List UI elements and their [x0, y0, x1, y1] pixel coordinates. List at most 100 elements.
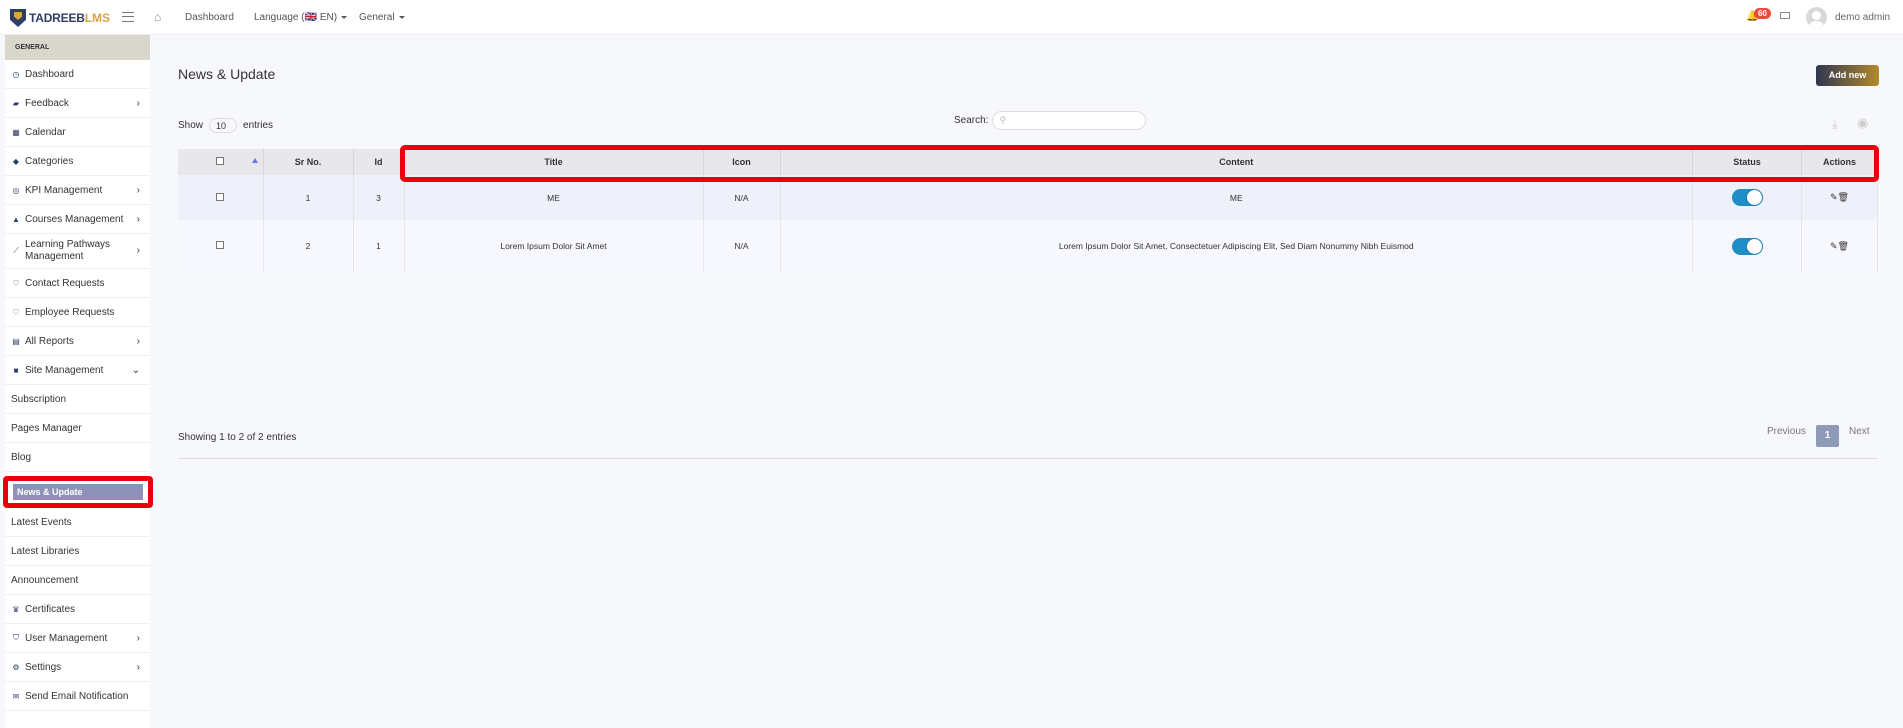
- table-row: 2 1 Lorem Ipsum Dolor Sit Amet N/A Lorem…: [178, 220, 1878, 272]
- sidebar-item-settings[interactable]: ⚙ Settings ›: [5, 653, 150, 682]
- search-input[interactable]: ⚲: [992, 111, 1147, 130]
- cell-actions: ✎🗑: [1801, 220, 1878, 272]
- nav-dashboard-link[interactable]: Dashboard: [185, 12, 234, 23]
- chevron-right-icon: ›: [136, 213, 140, 225]
- entries-label: entries: [243, 120, 274, 131]
- pagination-next[interactable]: Next: [1849, 426, 1870, 437]
- sidebar-item-announcement[interactable]: Announcement: [5, 566, 150, 595]
- column-header-icon[interactable]: Icon: [703, 149, 781, 175]
- sidebar-item-label: Latest Libraries: [11, 545, 80, 557]
- sidebar-item-certificates[interactable]: ♛ Certificates: [5, 595, 150, 624]
- delete-icon[interactable]: 🗑: [1838, 241, 1849, 251]
- column-header-content[interactable]: Content: [780, 149, 1693, 175]
- row-checkbox[interactable]: [216, 192, 225, 201]
- general-dropdown[interactable]: General: [359, 12, 405, 23]
- sidebar-item-learning-pathways[interactable]: ⟋ Learning Pathways Management ›: [5, 234, 150, 269]
- cell-sr-no: 1: [263, 175, 354, 220]
- sidebar-section-header: GENERAL: [5, 35, 150, 60]
- sidebar-item-subscription[interactable]: Subscription: [5, 385, 150, 414]
- sidebar-item-pages-manager[interactable]: Pages Manager: [5, 414, 150, 443]
- sidebar-item-label: Employee Requests: [25, 306, 115, 318]
- sidebar-item-latest-libraries[interactable]: Latest Libraries: [5, 537, 150, 566]
- sidebar-item-label: News & Update: [13, 484, 143, 500]
- chevron-right-icon: ›: [136, 335, 140, 347]
- shield-icon: ⛉: [13, 633, 19, 642]
- sidebar-item-latest-events[interactable]: Latest Events: [5, 508, 150, 537]
- sidebar-item-label: Latest Events: [11, 516, 72, 528]
- sidebar-item-dashboard[interactable]: ◷ Dashboard: [5, 60, 150, 89]
- sidebar-item-label: Learning Pathways Management: [25, 239, 111, 262]
- column-header-title[interactable]: Title: [404, 149, 704, 175]
- sidebar-item-all-reports[interactable]: ▤ All Reports ›: [5, 327, 150, 356]
- avatar[interactable]: [1806, 7, 1827, 28]
- sidebar-item-label: Dashboard: [25, 68, 74, 80]
- row-checkbox-cell: [178, 175, 264, 220]
- sidebar-item-site-management[interactable]: ■ Site Management ⌄: [5, 356, 150, 385]
- show-entries: Show 10 entries: [178, 118, 273, 133]
- language-label: Language (🇬🇧 EN): [254, 12, 338, 23]
- page-title: News & Update: [178, 66, 276, 82]
- shield-logo-icon: [10, 9, 26, 27]
- sidebar-item-calendar[interactable]: ▦ Calendar: [5, 118, 150, 147]
- sidebar-item-news-update[interactable]: News & Update: [3, 476, 153, 508]
- sidebar-item-label: Calendar: [25, 126, 66, 138]
- column-header-actions: Actions: [1801, 149, 1878, 175]
- download-icon[interactable]: ⤓: [1832, 116, 1838, 132]
- row-checkbox-cell: [178, 220, 264, 272]
- brand-logo[interactable]: TADREEB LMS: [10, 8, 110, 28]
- gear-icon: ⚙: [12, 662, 20, 672]
- sidebar-item-label: Site Management: [25, 364, 104, 376]
- sidebar-item-send-email[interactable]: ✉ Send Email Notification: [5, 682, 150, 711]
- cell-status: [1692, 220, 1802, 272]
- table-header-row: Sr No. Id Title Icon Content Status Acti…: [178, 149, 1878, 175]
- show-label: Show: [178, 120, 204, 131]
- home-icon[interactable]: ⌂: [154, 11, 166, 23]
- news-table: Sr No. Id Title Icon Content Status Acti…: [178, 149, 1878, 272]
- table-info: Showing 1 to 2 of 2 entries: [178, 432, 297, 443]
- row-checkbox[interactable]: [216, 241, 225, 249]
- language-dropdown[interactable]: Language (🇬🇧 EN): [254, 12, 348, 23]
- sidebar-item-user-management[interactable]: ⛉ User Management ›: [5, 624, 150, 653]
- sidebar-item-feedback[interactable]: ▰ Feedback ›: [5, 89, 150, 118]
- sidebar-item-categories[interactable]: ◆ Categories: [5, 147, 150, 176]
- brand-name-part2: LMS: [84, 11, 111, 25]
- column-header-status[interactable]: Status: [1692, 149, 1802, 175]
- column-header-sr-no[interactable]: Sr No.: [263, 149, 354, 175]
- entries-select[interactable]: 10: [209, 118, 238, 133]
- sidebar-item-blog[interactable]: Blog: [5, 443, 150, 472]
- eye-icon[interactable]: ◉: [1857, 115, 1868, 131]
- edit-icon[interactable]: ✎: [1830, 192, 1838, 202]
- cell-title: ME: [404, 175, 704, 220]
- select-all-checkbox[interactable]: [216, 157, 225, 165]
- status-toggle[interactable]: [1731, 189, 1763, 206]
- column-header-id[interactable]: Id: [353, 149, 405, 175]
- divider: [178, 458, 1878, 459]
- sidebar-item-courses-management[interactable]: ▲ Courses Management ›: [5, 205, 150, 234]
- graduation-cap-icon: ▲: [12, 214, 20, 224]
- cell-id: 1: [353, 220, 405, 272]
- add-new-button[interactable]: Add new: [1816, 65, 1879, 86]
- mail-icon[interactable]: [1780, 12, 1790, 19]
- calendar-icon: ▦: [12, 127, 20, 137]
- sort-asc-icon[interactable]: [252, 158, 258, 163]
- select-all-header: [178, 149, 264, 175]
- user-name[interactable]: demo admin: [1835, 12, 1890, 23]
- sidebar-item-label: Contact Requests: [25, 277, 105, 289]
- sidebar-item-contact-requests[interactable]: ♡ Contact Requests: [5, 269, 150, 298]
- pagination-previous[interactable]: Previous: [1767, 426, 1806, 437]
- sidebar-item-kpi-management[interactable]: ◎ KPI Management ›: [5, 176, 150, 205]
- menu-toggle-icon[interactable]: [122, 12, 134, 22]
- sidebar-item-employee-requests[interactable]: ♡ Employee Requests: [5, 298, 150, 327]
- sidebar: GENERAL ◷ Dashboard ▰ Feedback › ▦ Calendar …: [3, 35, 153, 728]
- delete-icon[interactable]: 🗑: [1838, 192, 1849, 202]
- sidebar-item-label: KPI Management: [25, 184, 103, 196]
- sidebar-item-label: Pages Manager: [11, 422, 82, 434]
- cell-icon: N/A: [703, 175, 781, 220]
- sidebar-item-label: Courses Management: [25, 213, 124, 225]
- status-toggle[interactable]: [1731, 237, 1763, 255]
- edit-icon[interactable]: ✎: [1830, 241, 1838, 251]
- sidebar-item-label: Blog: [11, 451, 32, 463]
- pagination-page-current[interactable]: 1: [1816, 425, 1839, 447]
- general-label: General: [359, 12, 395, 23]
- search-area: Search: ⚲: [954, 111, 1147, 130]
